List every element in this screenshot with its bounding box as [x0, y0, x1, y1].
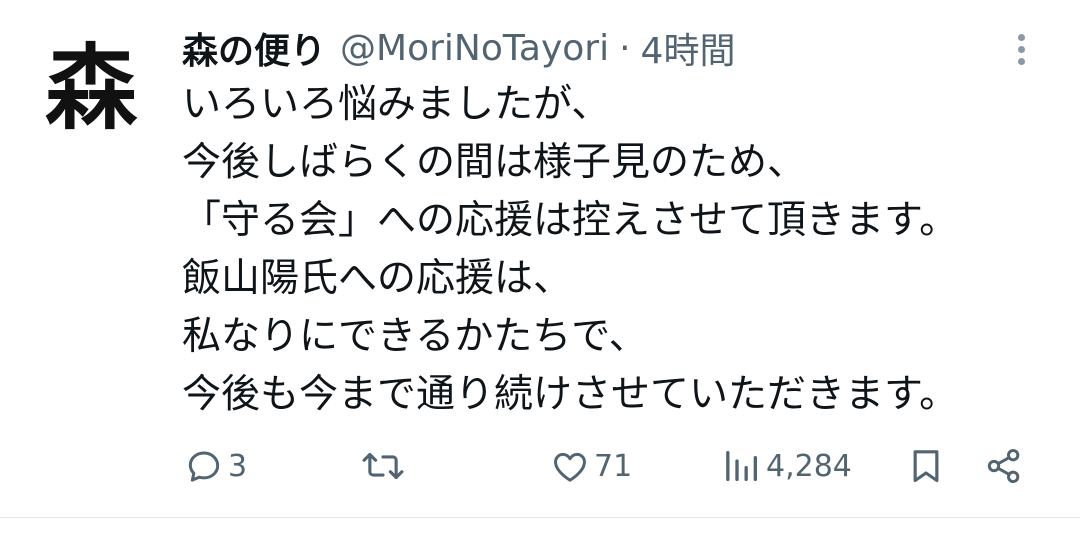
header-separator: · [619, 27, 631, 69]
reply-button[interactable]: 3 [184, 438, 247, 494]
tweet-line: 今後しばらくの間は様子見のため、 [182, 140, 807, 185]
avatar-glyph: 森 [44, 33, 137, 142]
tweet-line: いろいろ悩みましたが、 [182, 82, 611, 127]
reply-count: 3 [228, 448, 248, 484]
user-handle[interactable]: @MoriNoTayori [340, 28, 609, 69]
tweet-header: 森の便り @MoriNoTayori · 4時間 [182, 22, 736, 74]
tweet-card[interactable]: 森 森の便り @MoriNoTayori · 4時間 いろいろ悩みましたが、 今… [0, 0, 1080, 518]
retweet-icon [362, 452, 404, 480]
reply-bubble-icon [188, 451, 220, 482]
share-button[interactable] [984, 438, 1024, 494]
timestamp[interactable]: 4時間 [641, 22, 736, 74]
views-button[interactable]: 4,284 [722, 438, 852, 494]
tweet-line: 飯山陽氏への応援は、 [182, 256, 573, 301]
views-bar-chart-icon [726, 451, 757, 481]
tweet-text: いろいろ悩みましたが、 今後しばらくの間は様子見のため、 「守る会」への応援は控… [182, 76, 1062, 424]
share-icon [987, 449, 1020, 483]
views-count: 4,284 [766, 448, 852, 484]
action-bar: 3 71 4,284 [0, 438, 1080, 494]
tweet-line: 「守る会」への応援は控えさせて頂きます。 [182, 198, 959, 243]
bookmark-icon [913, 450, 939, 483]
display-name[interactable]: 森の便り [182, 22, 326, 74]
like-button[interactable]: 71 [550, 438, 632, 494]
like-count: 71 [594, 448, 633, 484]
avatar[interactable]: 森 [38, 26, 142, 142]
tweet-line: 私なりにできるかたちで、 [182, 314, 648, 359]
retweet-button[interactable] [360, 438, 410, 494]
tweet-line: 今後も今まで通り続けさせていただきます。 [182, 372, 959, 417]
more-vertical-icon[interactable] [1006, 28, 1036, 70]
heart-icon [554, 452, 586, 482]
bookmark-button[interactable] [906, 438, 946, 494]
